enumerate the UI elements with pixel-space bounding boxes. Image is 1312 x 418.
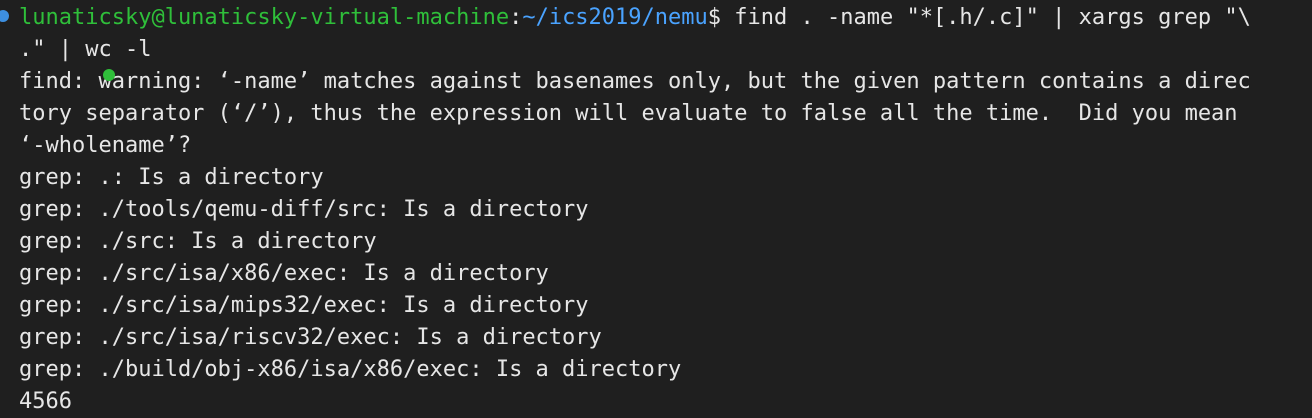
cursor-marker-icon (103, 69, 115, 81)
output-line: grep: ./tools/qemu-diff/src: Is a direct… (19, 197, 589, 222)
prompt-cwd: ~/ics2019/nemu (522, 5, 708, 30)
command-continuation-line: ." | wc -l (0, 34, 1312, 66)
output-line: tory separator (‘/’), thus the expressio… (19, 101, 1238, 126)
prompt-symbol: $ (707, 5, 722, 30)
result-count: 4566 (19, 389, 72, 414)
prompt-colon: : (509, 5, 523, 30)
output-line: grep: ./src/isa/mips32/exec: Is a direct… (19, 293, 589, 318)
output-line: grep: .: Is a directory (19, 165, 324, 190)
command-text: find . -name "*[.h/.c]" | xargs grep "\ (721, 5, 1251, 30)
prompt-line: lunaticsky@lunaticsky-virtual-machine:~/… (0, 2, 1312, 34)
output-line: ‘-wholename’? (19, 133, 192, 158)
output-line: grep: ./src: Is a directory (19, 229, 377, 254)
output-line: grep: ./src/isa/x86/exec: Is a directory (19, 261, 549, 286)
prompt-user-host: lunaticsky@lunaticsky-virtual-machine (19, 5, 510, 30)
command-text-continued: ." | wc -l (19, 37, 152, 62)
output-line: find: warning: ‘-name’ matches against b… (19, 69, 1251, 94)
terminal-window[interactable]: lunaticsky@lunaticsky-virtual-machine:~/… (0, 0, 1312, 418)
output-line: grep: ./build/obj-x86/isa/x86/exec: Is a… (19, 357, 682, 382)
output-line: grep: ./src/isa/riscv32/exec: Is a direc… (19, 325, 602, 350)
